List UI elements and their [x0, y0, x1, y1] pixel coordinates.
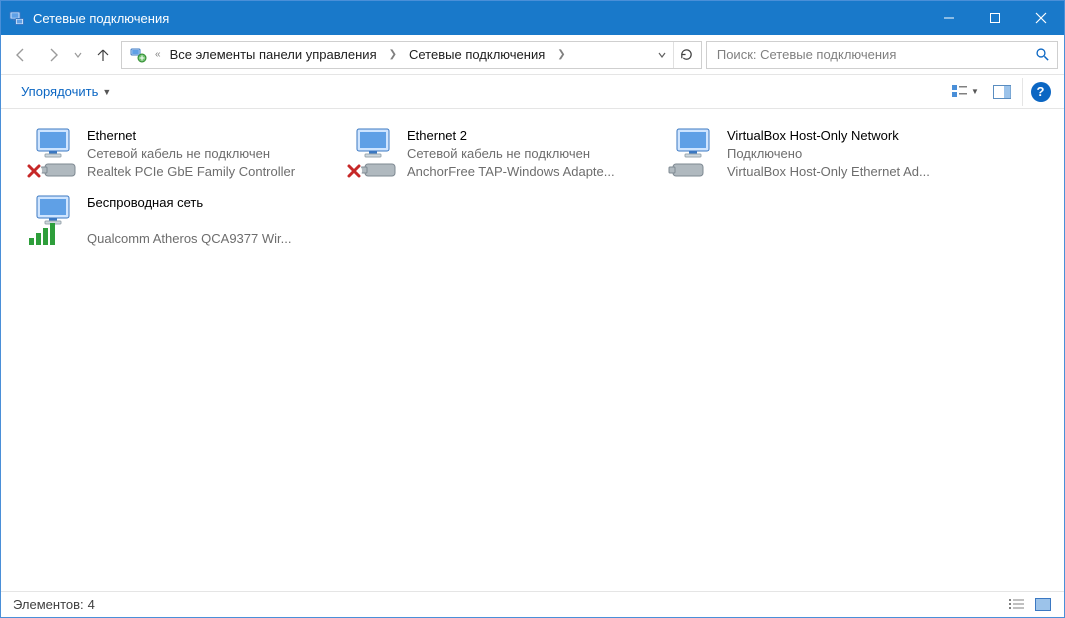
refresh-button[interactable] — [673, 42, 699, 68]
search-box[interactable] — [706, 41, 1058, 69]
adapter-status: Подключено — [727, 145, 930, 163]
adapter-device: Qualcomm Atheros QCA9377 Wir... — [87, 230, 291, 248]
adapter-device: Realtek PCIe GbE Family Controller — [87, 163, 295, 181]
view-details-button[interactable] — [1006, 596, 1028, 614]
search-icon[interactable] — [1031, 44, 1053, 66]
window-title: Сетевые подключения — [33, 11, 169, 26]
adapter-name: Ethernet — [87, 127, 295, 145]
adapter-status: Сетевой кабель не подключен — [87, 145, 295, 163]
statusbar: Элементов: 4 — [1, 591, 1064, 617]
nav-forward-button[interactable] — [39, 41, 67, 69]
breadcrumb-segment-network[interactable]: Сетевые подключения — [405, 45, 549, 64]
navbar: « Все элементы панели управления ❯ Сетев… — [1, 35, 1064, 75]
breadcrumb-prefix-icon: « — [152, 49, 164, 60]
breadcrumb-location-icon — [128, 45, 148, 65]
statusbar-label: Элементов: — [13, 597, 84, 612]
adapter-item[interactable]: VirtualBox Host-Only Network Подключено … — [659, 123, 979, 184]
network-adapter-disconnected-icon — [23, 125, 79, 181]
adapter-status — [87, 212, 291, 230]
command-bar: Упорядочить ▼ ▼ ? — [1, 75, 1064, 109]
caret-down-icon: ▼ — [102, 87, 111, 97]
organize-button[interactable]: Упорядочить ▼ — [17, 80, 115, 103]
maximize-button[interactable] — [972, 1, 1018, 35]
adapter-device: VirtualBox Host-Only Ethernet Ad... — [727, 163, 930, 181]
view-large-icons-button[interactable] — [1032, 596, 1054, 614]
chevron-right-icon[interactable]: ❯ — [383, 49, 403, 60]
adapter-name: VirtualBox Host-Only Network — [727, 127, 930, 145]
nav-back-button[interactable] — [7, 41, 35, 69]
adapter-name: Беспроводная сеть — [87, 194, 291, 212]
caret-down-icon: ▼ — [971, 87, 979, 96]
minimize-button[interactable] — [926, 1, 972, 35]
chevron-right-icon[interactable]: ❯ — [551, 49, 571, 60]
view-options-button[interactable]: ▼ — [944, 78, 986, 106]
adapter-name: Ethernet 2 — [407, 127, 615, 145]
network-adapter-disconnected-icon — [343, 125, 399, 181]
adapter-device: AnchorFree TAP-Windows Adapte... — [407, 163, 615, 181]
wireless-adapter-icon — [23, 192, 79, 248]
statusbar-count: 4 — [88, 597, 95, 612]
help-button[interactable]: ? — [1022, 78, 1054, 106]
organize-label: Упорядочить — [21, 84, 98, 99]
breadcrumb[interactable]: « Все элементы панели управления ❯ Сетев… — [121, 41, 702, 69]
network-adapter-connected-icon — [663, 125, 719, 181]
breadcrumb-segment-control-panel[interactable]: Все элементы панели управления — [166, 45, 381, 64]
titlebar: Сетевые подключения — [1, 1, 1064, 35]
adapter-status: Сетевой кабель не подключен — [407, 145, 615, 163]
search-input[interactable] — [715, 46, 1031, 63]
adapter-item[interactable]: Ethernet 2 Сетевой кабель не подключен A… — [339, 123, 659, 184]
preview-pane-button[interactable] — [986, 78, 1018, 106]
nav-up-button[interactable] — [89, 41, 117, 69]
content-area[interactable]: Ethernet Сетевой кабель не подключен Rea… — [1, 109, 1064, 591]
app-icon — [9, 10, 25, 26]
adapter-item[interactable]: Ethernet Сетевой кабель не подключен Rea… — [19, 123, 339, 184]
close-button[interactable] — [1018, 1, 1064, 35]
adapter-item[interactable]: Беспроводная сеть Qualcomm Atheros QCA93… — [19, 190, 339, 250]
breadcrumb-dropdown[interactable] — [653, 42, 671, 68]
help-icon: ? — [1031, 82, 1051, 102]
nav-history-dropdown[interactable] — [71, 41, 85, 69]
